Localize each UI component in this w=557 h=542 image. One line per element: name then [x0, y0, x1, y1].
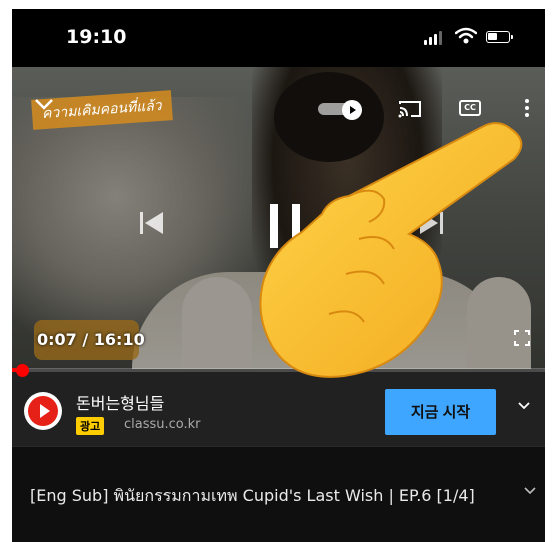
- video-timecode: 0:07 / 16:10: [37, 330, 145, 349]
- battery-icon: [486, 31, 513, 43]
- wifi-icon: [455, 27, 477, 44]
- ad-domain: classu.co.kr: [124, 417, 201, 432]
- video-title[interactable]: [Eng Sub] พินัยกรรมกามเทพ Cupid's Last W…: [30, 479, 500, 513]
- signal-icon: [424, 31, 444, 45]
- status-time: 19:10: [66, 26, 127, 48]
- phone-screen: 19:10 ความเคิมคอนที่แล้ว COZ...CATS COME…: [12, 9, 545, 542]
- brand-tagline: COZ...CATS COME FIRST!: [42, 361, 118, 368]
- progress-scrubber[interactable]: [16, 364, 29, 377]
- advertiser-name: 돈버는형님들: [76, 394, 165, 413]
- previous-icon[interactable]: [140, 210, 166, 236]
- collapse-chevron-icon[interactable]: [34, 97, 54, 111]
- video-info[interactable]: [Eng Sub] พินัยกรรมกามเทพ Cupid's Last W…: [12, 446, 545, 542]
- expand-chevron-icon[interactable]: [524, 485, 536, 497]
- pointing-hand-emoji: [259, 122, 523, 378]
- advertiser-logo: [24, 392, 62, 430]
- ad-badge: 광고: [76, 417, 105, 435]
- status-bar: 19:10: [12, 9, 545, 67]
